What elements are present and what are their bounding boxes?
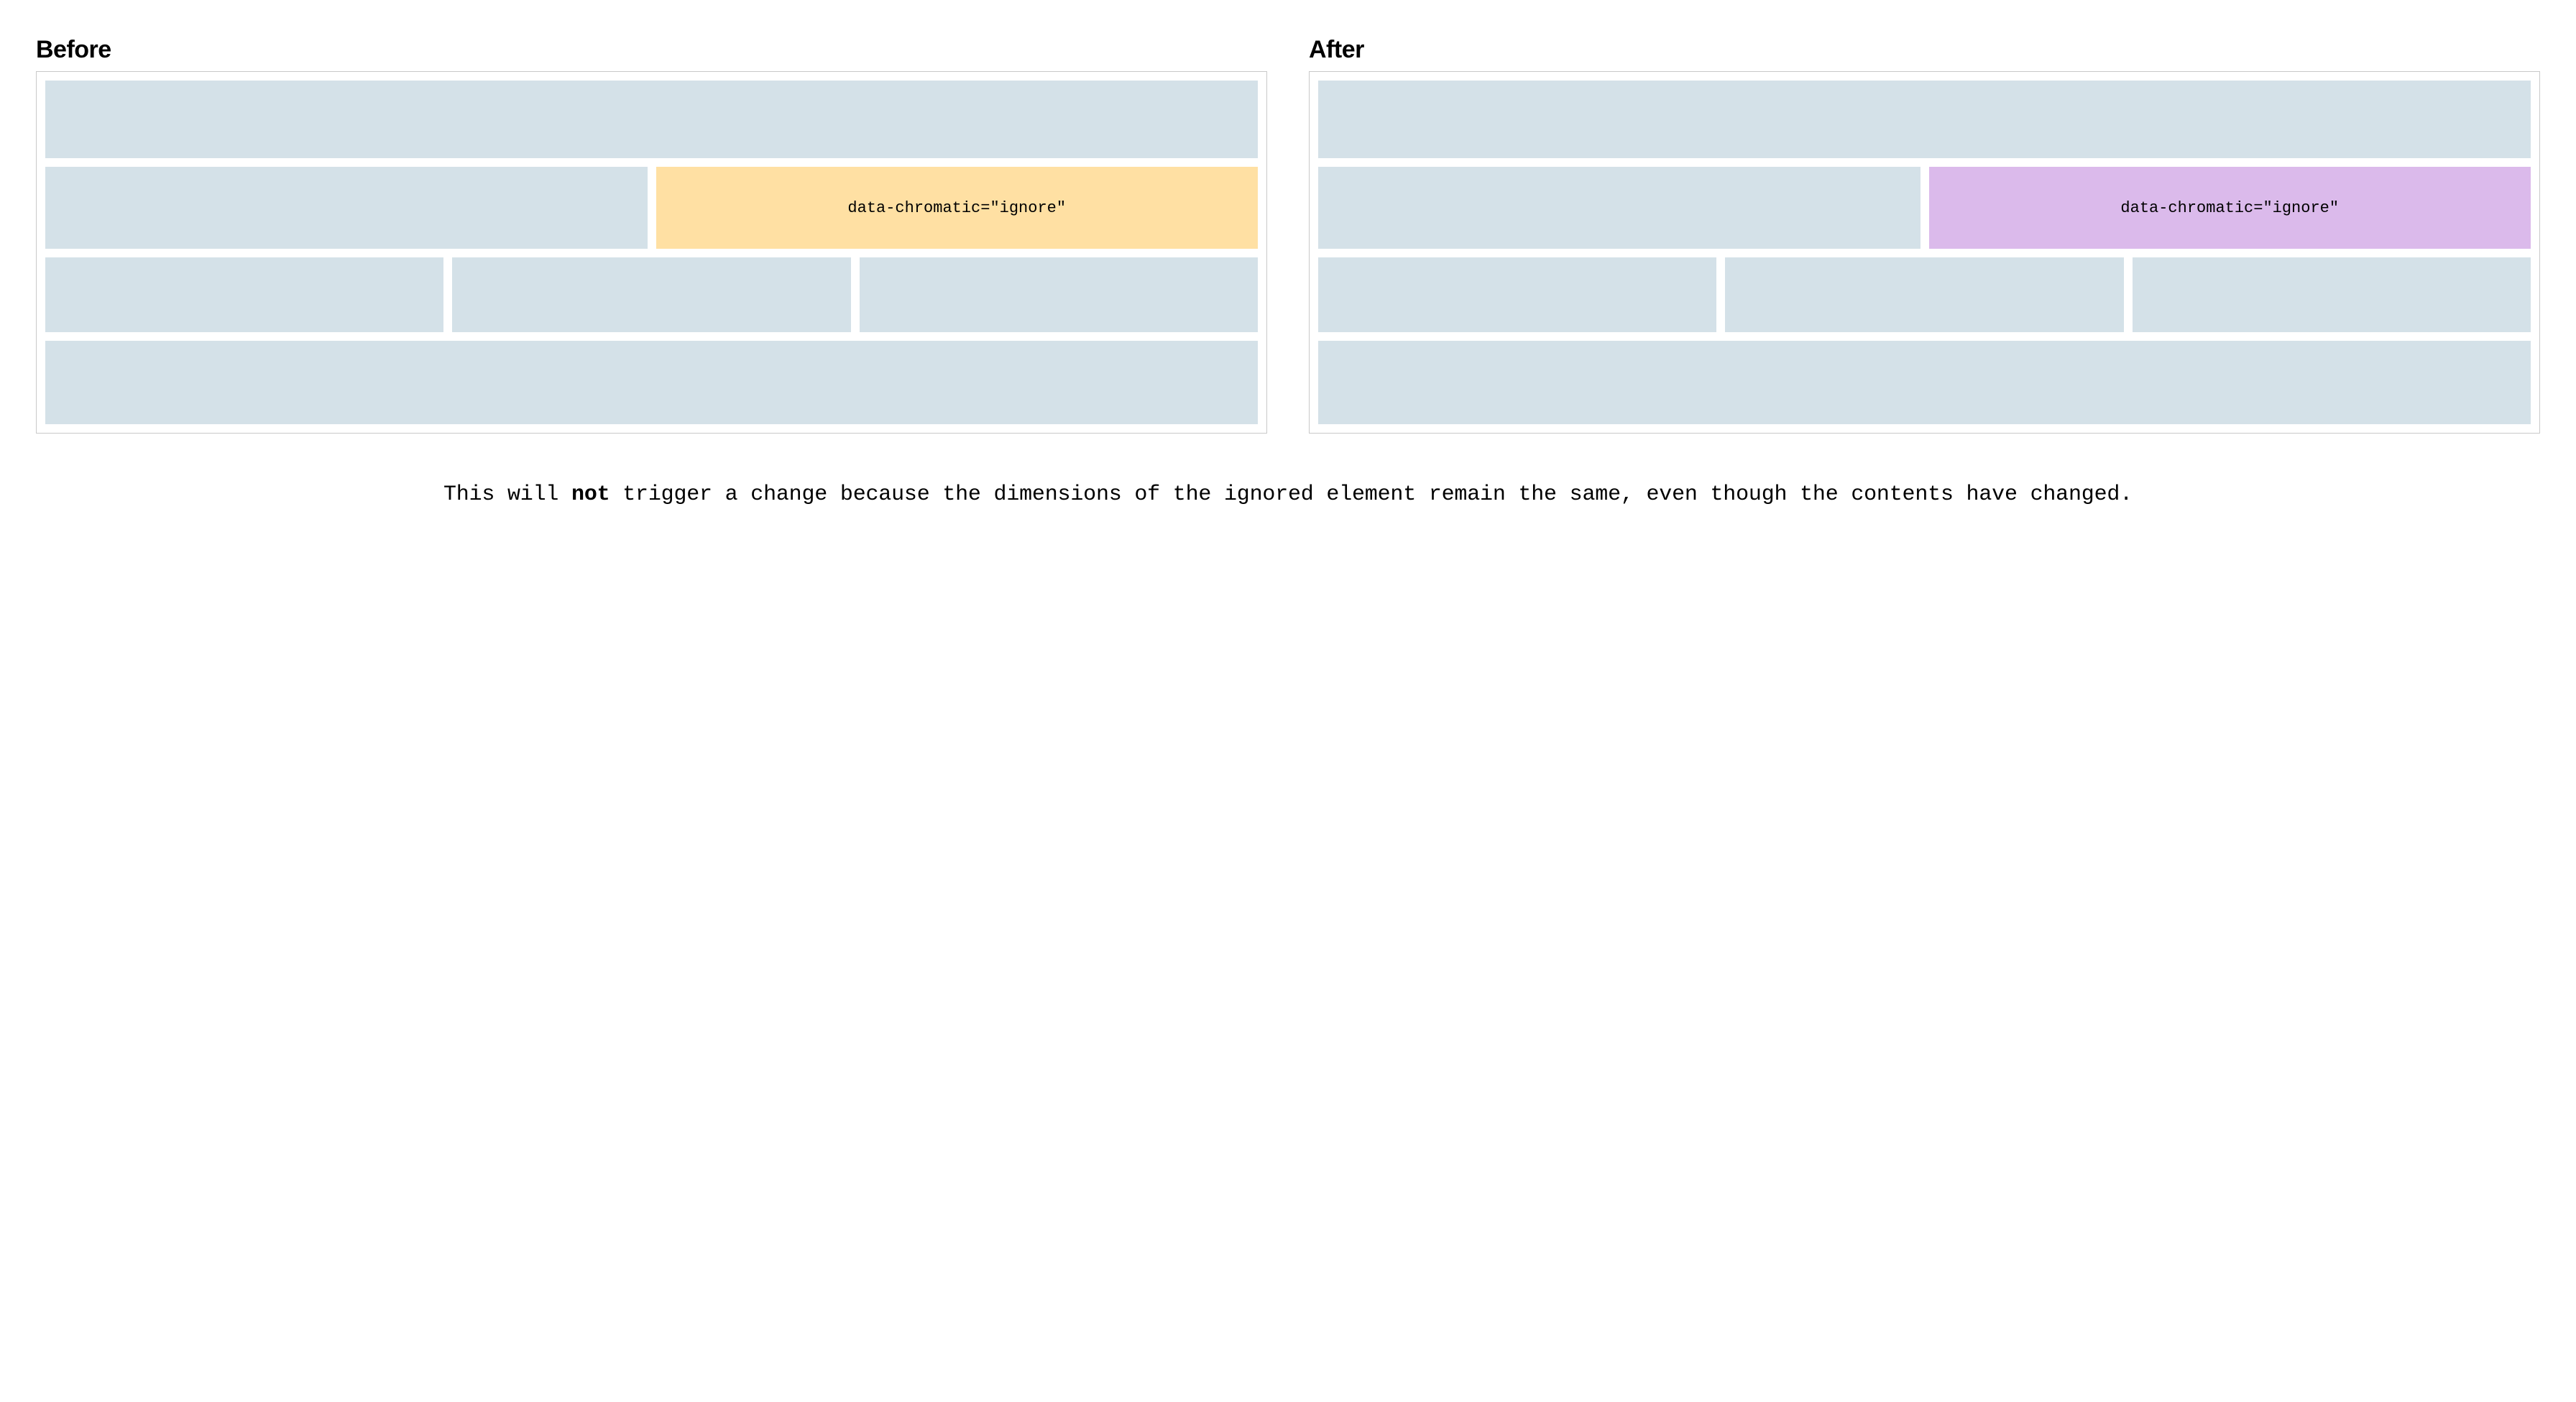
before-highlight-text: data-chromatic="ignore" bbox=[847, 199, 1066, 217]
before-row-4 bbox=[45, 341, 1258, 424]
layout-block bbox=[45, 257, 443, 332]
after-row-2: data-chromatic="ignore" bbox=[1318, 167, 2531, 249]
layout-block bbox=[1318, 257, 1716, 332]
layout-block bbox=[452, 257, 850, 332]
after-highlight-block: data-chromatic="ignore" bbox=[1929, 167, 2531, 249]
after-heading: After bbox=[1309, 36, 2540, 64]
before-column: Before data-chromatic="ignore" bbox=[36, 36, 1267, 434]
caption-bold: not bbox=[571, 482, 610, 507]
layout-block bbox=[45, 341, 1258, 424]
after-row-4 bbox=[1318, 341, 2531, 424]
after-row-3 bbox=[1318, 257, 2531, 332]
layout-block bbox=[2133, 257, 2531, 332]
before-heading: Before bbox=[36, 36, 1267, 64]
caption-text: This will not trigger a change because t… bbox=[36, 478, 2540, 512]
layout-block bbox=[45, 167, 648, 249]
layout-block bbox=[45, 81, 1258, 158]
caption-post: trigger a change because the dimensions … bbox=[610, 482, 2133, 507]
layout-block bbox=[1318, 341, 2531, 424]
before-row-1 bbox=[45, 81, 1258, 158]
layout-block bbox=[1318, 81, 2531, 158]
before-frame: data-chromatic="ignore" bbox=[36, 71, 1267, 434]
comparison-row: Before data-chromatic="ignore" After bbox=[36, 36, 2540, 434]
before-row-3 bbox=[45, 257, 1258, 332]
caption-pre: This will bbox=[443, 482, 571, 507]
before-row-2: data-chromatic="ignore" bbox=[45, 167, 1258, 249]
after-column: After data-chromatic="ignore" bbox=[1309, 36, 2540, 434]
layout-block bbox=[1725, 257, 2123, 332]
after-frame: data-chromatic="ignore" bbox=[1309, 71, 2540, 434]
layout-block bbox=[1318, 167, 1920, 249]
before-highlight-block: data-chromatic="ignore" bbox=[656, 167, 1259, 249]
after-highlight-text: data-chromatic="ignore" bbox=[2120, 199, 2339, 217]
after-row-1 bbox=[1318, 81, 2531, 158]
layout-block bbox=[860, 257, 1258, 332]
